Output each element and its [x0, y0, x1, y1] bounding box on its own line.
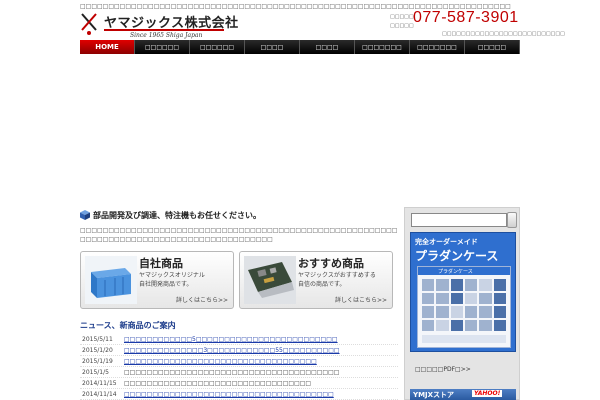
news-date: 2015/5/11: [82, 335, 113, 343]
news-item: 2015/1/5 □□□□□□□□□□□□□□□□□□□□□□□□□□□□□□□…: [80, 367, 398, 378]
ymjx-store-banner[interactable]: YMJXストア YAHOO!: [410, 389, 516, 400]
news-item: 2014/11/15 □□□□□□□□□□□□□□□□□□□□□□□□□□□□□…: [80, 378, 398, 389]
company-logo[interactable]: ヤマジックス株式会社 Since 1965 Shiga Japan: [80, 12, 238, 40]
nav-item-8[interactable]: □□□□□: [465, 40, 520, 54]
logo-underline: [104, 29, 224, 31]
sidebar: 完全オーダーメイド プラダンケース プラダンケース □□□□□PDF□>> YM…: [404, 207, 520, 400]
page: □□□□□□□□□□□□□□□□□□□□□□□□□□□□□□□□□□□□□□□□…: [0, 0, 600, 400]
own-products-desc: ヤマジックスオリジナル 自社開発商品です。: [139, 271, 231, 289]
header-subtext: □□□□□□□□□□□□□□□□□□□□□□□□□□: [442, 31, 565, 37]
blue-container-image: [85, 256, 137, 304]
own-products-title: 自社商品: [139, 257, 183, 270]
intro-title: 部品開発及び調達、特注機もお任せください。: [93, 210, 261, 220]
intro-heading: 部品開発及び調達、特注機もお任せください。: [80, 208, 400, 222]
catalog-title: プラダンケース: [438, 269, 473, 275]
yahoo-badge: YAHOO!: [472, 390, 503, 397]
nav-item-5[interactable]: □□□□: [300, 40, 355, 54]
intro-text: □□□□□□□□□□□□□□□□□□□□□□□□□□□□□□□□□□□□□□□□…: [80, 227, 398, 243]
news-list: 2015/5/11 □□□□□□□□□□□□5□□□□□□□□□□□□□□□□□…: [80, 334, 398, 400]
recommended-products-desc-line1: ヤマジックスがおすすめする: [298, 272, 376, 279]
news-date: 2014/11/14: [82, 390, 117, 398]
own-products-desc-line2: 自社開発商品です。: [139, 281, 193, 288]
nav-item-3[interactable]: □□□□□□: [190, 40, 245, 54]
news-link[interactable]: □□□□□□□□□□□□□□□□□□□□□□□□□□□□□□□□□□□□□: [124, 391, 334, 398]
news-link[interactable]: □□□□□□□□□□□□□□□□□□□□□□□□□□□□□□□□□□□□□□: [124, 369, 339, 376]
catalog-thumbnail: プラダンケース: [417, 266, 511, 348]
news-item: 2015/1/19 □□□□□□□□□□□□□□□□□□□□□□□□□□□□□□…: [80, 356, 398, 367]
recommended-products-title: おすすめ商品: [298, 257, 364, 270]
news-date: 2015/1/19: [82, 357, 113, 365]
search-button[interactable]: [507, 212, 517, 228]
nav-item-7[interactable]: □□□□□□□: [410, 40, 465, 54]
recommended-products-desc-line2: 自信の商品です。: [298, 281, 346, 288]
recommended-products-desc: ヤマジックスがおすすめする 自信の商品です。: [298, 271, 390, 289]
news-item: 2015/1/20 □□□□□□□□□□□□□□3□□□□□□□□□□□□55□…: [80, 345, 398, 356]
news-date: 2014/11/15: [82, 379, 117, 387]
recommended-products-link[interactable]: 詳しくはこちら>>: [335, 295, 387, 304]
catalog-photo-grid: [422, 279, 506, 331]
nav-item-6[interactable]: □□□□□□□: [355, 40, 410, 54]
pladan-case-banner[interactable]: 完全オーダーメイド プラダンケース プラダンケース: [410, 232, 516, 352]
search-input[interactable]: [411, 213, 507, 227]
store-text: YMJXストア: [413, 391, 455, 399]
recommended-products-card[interactable]: おすすめ商品 ヤマジックスがおすすめする 自信の商品です。 詳しくはこちら>>: [239, 251, 393, 309]
news-date: 2015/1/20: [82, 346, 113, 354]
nav-item-home[interactable]: HOME: [80, 40, 135, 54]
banner-top-text: 完全オーダーメイド: [415, 238, 478, 246]
catalog-footer: [422, 335, 506, 343]
phone-number: 077-587-3901: [413, 9, 519, 26]
hero-area: [80, 56, 520, 202]
logo-mark-icon: [81, 13, 97, 35]
news-item: 2015/5/11 □□□□□□□□□□□□5□□□□□□□□□□□□□□□□□…: [80, 334, 398, 345]
banner-main-text: プラダンケース: [415, 249, 499, 263]
news-link[interactable]: □□□□□□□□□□□□□□□□□□□□□□□□□□□□□□□□□: [124, 380, 311, 387]
news-link[interactable]: □□□□□□□□□□□□5□□□□□□□□□□□□□□□□□□□□□□□□□: [124, 336, 338, 343]
main-nav: HOME □□□□□□ □□□□□□ □□□□ □□□□ □□□□□□□ □□□…: [80, 40, 520, 54]
own-products-card[interactable]: 自社商品 ヤマジックスオリジナル 自社開発商品です。 詳しくはこちら>>: [80, 251, 234, 309]
cube-icon: [80, 210, 90, 220]
pdf-download-link[interactable]: □□□□□PDF□>>: [415, 366, 471, 373]
news-item: 2014/11/14 □□□□□□□□□□□□□□□□□□□□□□□□□□□□□…: [80, 389, 398, 400]
own-products-link[interactable]: 詳しくはこちら>>: [176, 295, 228, 304]
own-products-desc-line1: ヤマジックスオリジナル: [139, 272, 205, 279]
news-heading: ニュース、新商品のご案内: [80, 321, 176, 330]
nav-item-4[interactable]: □□□□: [245, 40, 300, 54]
nav-item-2[interactable]: □□□□□□: [135, 40, 190, 54]
news-link[interactable]: □□□□□□□□□□□□□□3□□□□□□□□□□□□55□□□□□□□□□□: [124, 347, 340, 354]
news-link[interactable]: □□□□□□□□□□□□□□□□□□□□□□□□□□□□□□□□□□: [124, 358, 317, 365]
logo-since: Since 1965 Shiga Japan: [130, 32, 203, 39]
phone-caption: □□□□□ □□□□□: [390, 14, 414, 29]
circuit-board-image: [244, 256, 296, 304]
news-date: 2015/1/5: [82, 368, 109, 376]
